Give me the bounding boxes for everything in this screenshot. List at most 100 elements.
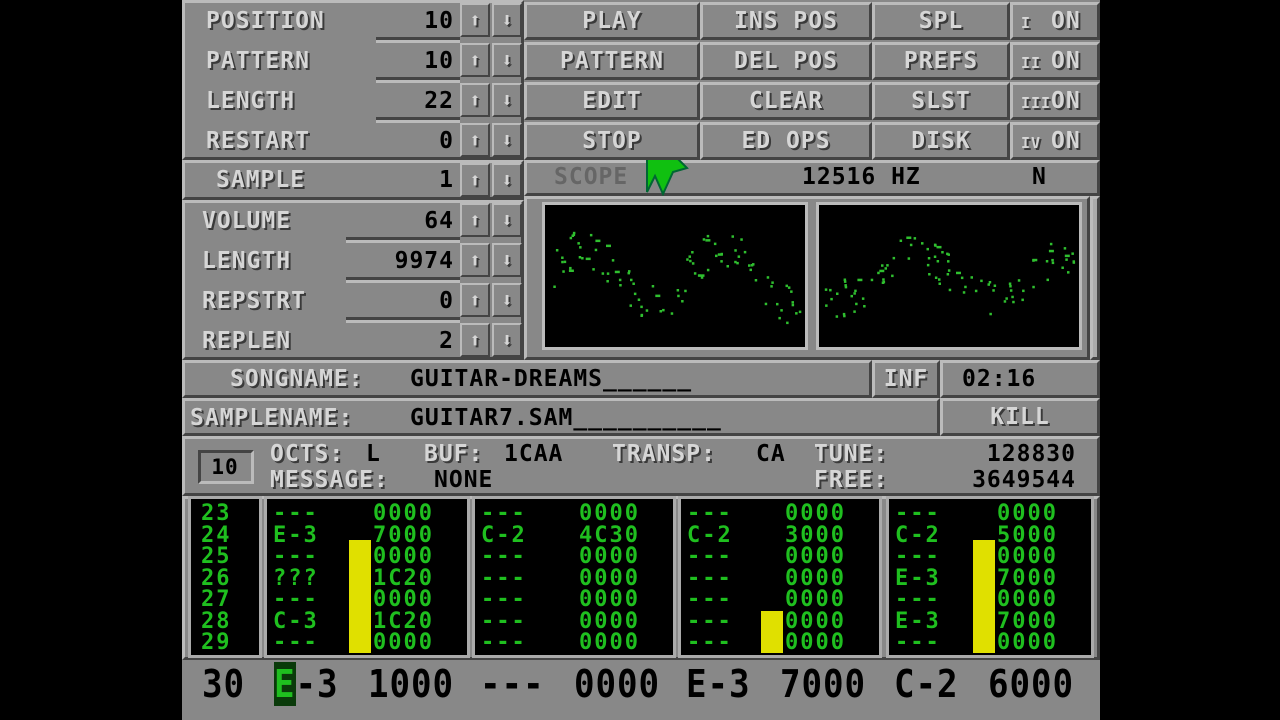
effect-cell[interactable]: 7000 <box>373 524 434 546</box>
effect-cell[interactable]: 0000 <box>785 503 846 525</box>
effect-cell[interactable]: 0000 <box>373 589 434 611</box>
scope-channel-left[interactable] <box>542 202 808 350</box>
channel-1-toggle[interactable]: I ON <box>1010 2 1100 40</box>
current-effect[interactable]: 0000 <box>574 664 660 704</box>
note-cell[interactable]: C-2 <box>687 524 733 546</box>
note-cell[interactable]: C-3 <box>273 610 319 632</box>
channel-4-toggle[interactable]: IV ON <box>1010 122 1100 160</box>
note-cell[interactable]: --- <box>481 610 527 632</box>
effect-cell[interactable]: 3000 <box>785 524 846 546</box>
effect-cell[interactable]: 7000 <box>997 567 1058 589</box>
note-cell[interactable]: --- <box>481 546 527 568</box>
effect-cell[interactable]: 0000 <box>579 503 640 525</box>
effect-cell[interactable]: 0000 <box>997 546 1058 568</box>
sample-replen-down-arrow[interactable]: ⬇ <box>492 323 522 357</box>
sample-length-down-arrow[interactable]: ⬇ <box>492 243 522 277</box>
sample-length-up-arrow[interactable]: ⬆ <box>460 243 490 277</box>
del-pos-button[interactable]: DEL POS <box>700 42 872 80</box>
ins-pos-button[interactable]: INS POS <box>700 2 872 40</box>
effect-cell[interactable]: 7000 <box>997 610 1058 632</box>
pattern-down-arrow[interactable]: ⬇ <box>492 43 522 77</box>
scope-scrollbar[interactable] <box>1090 196 1100 360</box>
sample-volume-down-arrow[interactable]: ⬇ <box>492 203 522 237</box>
effect-cell[interactable]: 0000 <box>785 610 846 632</box>
effect-cell[interactable]: 1C20 <box>373 610 434 632</box>
sample-volume-up-arrow[interactable]: ⬆ <box>460 203 490 237</box>
note-cell[interactable]: ??? <box>273 567 319 589</box>
prefs-button[interactable]: PREFS <box>872 42 1010 80</box>
note-cell[interactable]: E-3 <box>895 567 941 589</box>
effect-cell[interactable]: 0000 <box>373 503 434 525</box>
effect-cell[interactable]: 1C20 <box>373 567 434 589</box>
position-up-arrow[interactable]: ⬆ <box>460 3 490 37</box>
effect-cell[interactable]: 4C30 <box>579 524 640 546</box>
sample-repstrt-up-arrow[interactable]: ⬆ <box>460 283 490 317</box>
effect-cell[interactable]: 0000 <box>579 632 640 654</box>
scope-channel-right[interactable] <box>816 202 1082 350</box>
note-cell[interactable]: --- <box>687 567 733 589</box>
current-effect[interactable]: 6000 <box>988 664 1074 704</box>
track-1[interactable]: --- 0000 E-3 7000 --- 0000??? 1C20 --- 0000 C-3 1C… <box>264 496 470 658</box>
track-2[interactable]: --- 0000 C-2 4C30 --- 0000 --- 0000 --- 0000 --- 00… <box>472 496 676 658</box>
note-cell[interactable]: --- <box>895 632 941 654</box>
kill-button[interactable]: KILL <box>940 398 1100 436</box>
current-effect[interactable]: 1000 <box>368 664 454 704</box>
track-3[interactable]: --- 0000 C-2 3000 --- 0000 --- 0000 --- 0000 --- 00… <box>678 496 882 658</box>
disk-button[interactable]: DISK <box>872 122 1010 160</box>
scope-mode[interactable]: N <box>1032 166 1062 189</box>
effect-cell[interactable]: 0000 <box>579 567 640 589</box>
sample-down-arrow[interactable]: ⬇ <box>492 163 522 197</box>
inf-button[interactable]: INF <box>872 360 940 398</box>
note-cell[interactable]: --- <box>687 503 733 525</box>
channel-3-toggle[interactable]: IIION <box>1010 82 1100 120</box>
note-cell[interactable]: --- <box>481 503 527 525</box>
note-cell[interactable]: --- <box>895 503 941 525</box>
channel-2-toggle[interactable]: II ON <box>1010 42 1100 80</box>
spl-button[interactable]: SPL <box>872 2 1010 40</box>
current-note[interactable]: E-3 <box>686 664 750 704</box>
stop-button[interactable]: STOP <box>524 122 700 160</box>
effect-cell[interactable]: 0000 <box>997 632 1058 654</box>
note-cell[interactable]: --- <box>481 589 527 611</box>
effect-cell[interactable]: 0000 <box>579 610 640 632</box>
samplename-field[interactable]: GUITAR7.SAM__________ <box>410 407 722 430</box>
note-cell[interactable]: --- <box>687 632 733 654</box>
songname-field[interactable]: GUITAR-DREAMS______ <box>410 368 692 391</box>
effect-cell[interactable]: 0000 <box>785 546 846 568</box>
pattern-up-arrow[interactable]: ⬆ <box>460 43 490 77</box>
slst-button[interactable]: SLST <box>872 82 1010 120</box>
clear-button[interactable]: CLEAR <box>700 82 872 120</box>
note-cell[interactable]: --- <box>895 546 941 568</box>
note-cell[interactable]: --- <box>273 589 319 611</box>
note-cell[interactable]: --- <box>895 589 941 611</box>
note-cell[interactable]: E-3 <box>895 610 941 632</box>
note-cell[interactable]: --- <box>481 632 527 654</box>
effect-cell[interactable]: 0000 <box>997 503 1058 525</box>
note-cell[interactable]: C-2 <box>895 524 941 546</box>
current-note[interactable]: E-3 <box>274 664 338 704</box>
restart-up-arrow[interactable]: ⬆ <box>460 123 490 157</box>
note-cell[interactable]: --- <box>273 503 319 525</box>
note-cell[interactable]: --- <box>273 632 319 654</box>
track-4[interactable]: --- 0000 C-2 5000 --- 0000 E-3 7000 --- 0000 E-3 70… <box>886 496 1094 658</box>
effect-cell[interactable]: 0000 <box>785 632 846 654</box>
edit-button[interactable]: EDIT <box>524 82 700 120</box>
sample-replen-up-arrow[interactable]: ⬆ <box>460 323 490 357</box>
note-cell[interactable]: --- <box>687 589 733 611</box>
note-cell[interactable]: E-3 <box>273 524 319 546</box>
effect-cell[interactable]: 0000 <box>373 546 434 568</box>
effect-cell[interactable]: 0000 <box>997 589 1058 611</box>
note-cell[interactable]: --- <box>687 610 733 632</box>
play-button[interactable]: PLAY <box>524 2 700 40</box>
position-down-arrow[interactable]: ⬇ <box>492 3 522 37</box>
pattern-button[interactable]: PATTERN <box>524 42 700 80</box>
note-cell[interactable]: C-2 <box>481 524 527 546</box>
effect-cell[interactable]: 0000 <box>373 632 434 654</box>
note-cell[interactable]: --- <box>481 567 527 589</box>
current-effect[interactable]: 7000 <box>780 664 866 704</box>
length-up-arrow[interactable]: ⬆ <box>460 83 490 117</box>
effect-cell[interactable]: 0000 <box>579 546 640 568</box>
restart-down-arrow[interactable]: ⬇ <box>492 123 522 157</box>
length-down-arrow[interactable]: ⬇ <box>492 83 522 117</box>
note-cell[interactable]: --- <box>273 546 319 568</box>
